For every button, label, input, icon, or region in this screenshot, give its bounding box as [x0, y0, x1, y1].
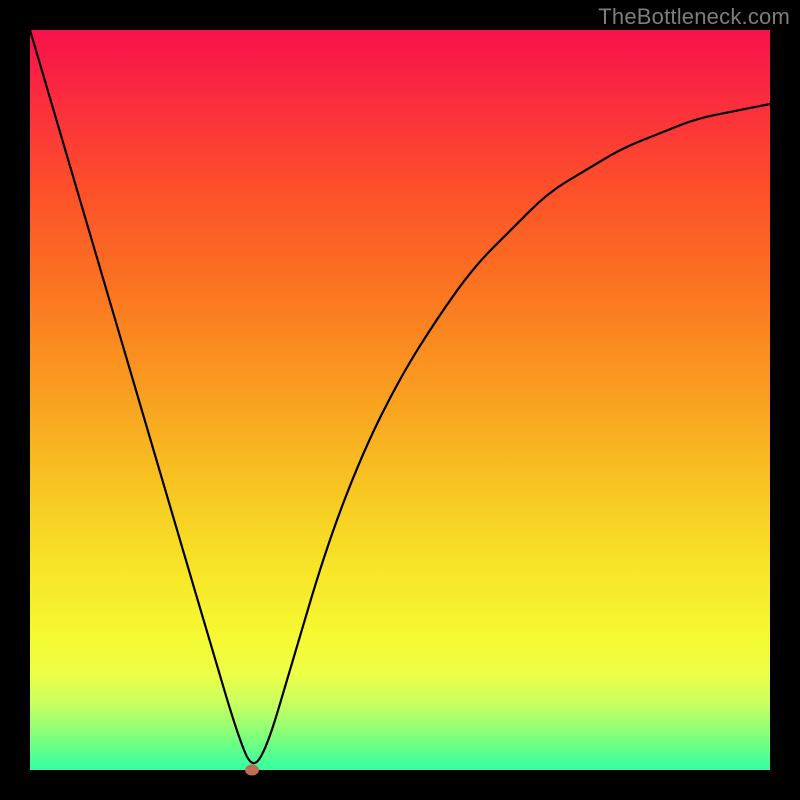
bottleneck-curve: [30, 30, 770, 763]
optimal-point-marker: [245, 765, 259, 776]
plot-area: [30, 30, 770, 770]
watermark-text: TheBottleneck.com: [598, 4, 790, 30]
curve-svg: [30, 30, 770, 770]
chart-frame: TheBottleneck.com: [0, 0, 800, 800]
